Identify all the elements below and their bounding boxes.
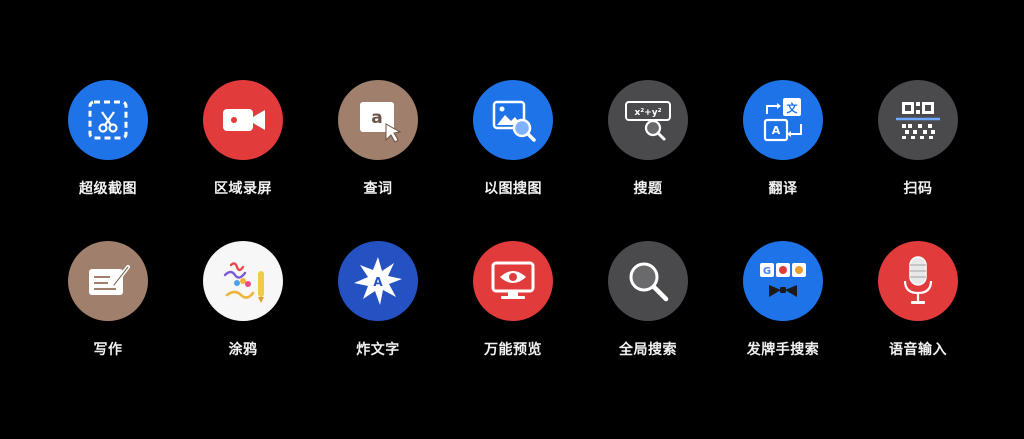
- svg-text:G: G: [763, 266, 771, 277]
- tool-label: 区域录屏: [214, 181, 272, 197]
- tool-translate[interactable]: 文 A 翻译: [728, 80, 838, 220]
- tool-global-search[interactable]: 全局搜索: [593, 241, 703, 381]
- svg-text:x²+y²: x²+y²: [634, 108, 661, 118]
- doodle-icon: [203, 241, 283, 321]
- image-search-icon: [473, 80, 553, 160]
- tool-label: 翻译: [768, 181, 798, 197]
- tool-label: 扫码: [903, 181, 933, 197]
- svg-text:A: A: [772, 124, 781, 137]
- tool-universal-preview[interactable]: 万能预览: [458, 241, 568, 381]
- dictionary-icon: a: [338, 80, 418, 160]
- text-burst-icon: A: [338, 241, 418, 321]
- tool-label: 全局搜索: [619, 342, 677, 358]
- screenshot-icon: [68, 80, 148, 160]
- tool-image-search[interactable]: 以图搜图: [458, 80, 568, 220]
- tool-label: 超级截图: [79, 181, 137, 197]
- svg-text:a: a: [371, 108, 382, 128]
- eye-preview-icon: [473, 241, 553, 321]
- writing-icon: [68, 241, 148, 321]
- tool-text-burst[interactable]: A 炸文字: [323, 241, 433, 381]
- tool-writing[interactable]: 写作: [53, 241, 163, 381]
- svg-text:文: 文: [787, 101, 799, 115]
- tool-label: 写作: [93, 342, 123, 358]
- video-camera-icon: [203, 80, 283, 160]
- microphone-icon: [878, 241, 958, 321]
- tool-lookup-word[interactable]: a 查词: [323, 80, 433, 220]
- tool-doodle[interactable]: 涂鸦: [188, 241, 298, 381]
- tool-scan-code[interactable]: 扫码: [863, 80, 973, 220]
- svg-text:A: A: [373, 275, 383, 289]
- tool-label: 语音输入: [889, 342, 947, 358]
- qr-scan-icon: [878, 80, 958, 160]
- tool-super-screenshot[interactable]: 超级截图: [53, 80, 163, 220]
- tool-label: 涂鸦: [228, 342, 258, 358]
- tool-label: 搜题: [633, 181, 663, 197]
- tool-label: 发牌手搜索: [746, 342, 820, 358]
- dealer-search-icon: G: [743, 241, 823, 321]
- tool-label: 查词: [363, 181, 393, 197]
- tool-label: 万能预览: [484, 342, 542, 358]
- tool-region-record[interactable]: 区域录屏: [188, 80, 298, 220]
- tool-voice-input[interactable]: 语音输入: [863, 241, 973, 381]
- tool-grid: 超级截图 区域录屏 a 查词 以图搜图 x²+y² 搜题 文 A 翻译 扫码 写…: [0, 0, 1024, 439]
- formula-search-icon: x²+y²: [608, 80, 688, 160]
- tool-label: 炸文字: [356, 342, 400, 358]
- tool-search-question[interactable]: x²+y² 搜题: [593, 80, 703, 220]
- tool-dealer-search[interactable]: G 发牌手搜索: [728, 241, 838, 381]
- translate-icon: 文 A: [743, 80, 823, 160]
- magnifier-icon: [608, 241, 688, 321]
- tool-label: 以图搜图: [484, 181, 542, 197]
